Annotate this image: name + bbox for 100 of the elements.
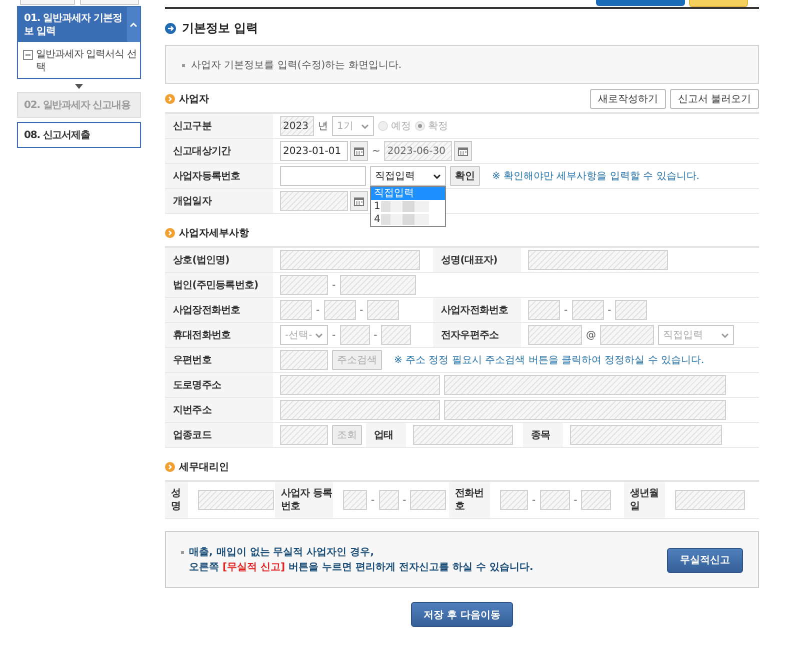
- separator-text: -: [332, 330, 336, 340]
- no-activity-report-button[interactable]: 무실적신고: [667, 548, 743, 572]
- field-label: 생년월일: [630, 487, 660, 513]
- field-label: 종목: [531, 428, 550, 442]
- chevron-circle-icon: [165, 462, 175, 472]
- sidebar-tab[interactable]: [20, 0, 75, 5]
- separator-text: -: [608, 304, 612, 316]
- calendar-icon: [458, 146, 468, 156]
- text-field[interactable]: [675, 490, 745, 510]
- field-label: 우편번호: [173, 354, 212, 366]
- calendar-icon: [354, 196, 364, 206]
- calendar-button[interactable]: [350, 191, 368, 211]
- text-field[interactable]: [540, 490, 570, 510]
- dropdown[interactable]: 직접입력: [370, 166, 446, 186]
- separator-text: -: [564, 304, 568, 316]
- separator-text: @: [586, 330, 596, 340]
- chevron-circle-icon: [165, 228, 175, 238]
- text-field[interactable]: [280, 275, 328, 295]
- separator-text: -: [574, 494, 578, 506]
- chevron-down-icon: [361, 124, 369, 128]
- separator-text: ~: [372, 146, 380, 156]
- separator-text: -: [532, 494, 536, 506]
- field-label: 업태: [374, 428, 394, 442]
- text-field[interactable]: [410, 490, 446, 510]
- action-button[interactable]: 확인: [450, 166, 480, 186]
- separator-text: -: [371, 494, 375, 506]
- text-field[interactable]: [444, 400, 726, 420]
- text-field[interactable]: [280, 300, 312, 320]
- text-field[interactable]: [340, 325, 370, 345]
- calendar-button[interactable]: [454, 141, 472, 161]
- separator-text: -: [402, 494, 406, 506]
- text-field[interactable]: [528, 300, 560, 320]
- text-field[interactable]: [600, 325, 654, 345]
- collapse-icon: [23, 50, 33, 60]
- text-field[interactable]: [381, 325, 412, 345]
- chevron-down-icon: [721, 332, 729, 338]
- text-field[interactable]: [280, 350, 328, 370]
- arrow-down-icon: [75, 84, 83, 89]
- text-field[interactable]: [581, 490, 612, 510]
- hint-text: ※ 주소 정정 필요시 주소검색 버튼을 클릭하여 정정하실 수 있습니다.: [394, 354, 704, 367]
- field-label: 사업자등록번호: [173, 170, 240, 182]
- text-field[interactable]: [444, 375, 726, 395]
- field-label: 전화번호: [455, 487, 485, 513]
- text-field[interactable]: [378, 490, 399, 510]
- separator-text: -: [316, 304, 320, 316]
- text-field[interactable]: [528, 250, 668, 270]
- field-label: 신고구분: [173, 120, 212, 132]
- text-field[interactable]: [528, 325, 582, 345]
- field-label: 성명: [171, 487, 182, 513]
- hint-text: ※ 확인해야만 세부사항을 입력할 수 있습니다.: [492, 170, 700, 183]
- chevron-circle-icon: [165, 94, 175, 104]
- text-field[interactable]: [324, 300, 356, 320]
- field-label: 신고대상기간: [173, 144, 231, 158]
- field-label: 지번주소: [173, 404, 212, 416]
- field-label: 업종코드: [173, 428, 212, 442]
- section-title: 사업자세부사항: [179, 227, 249, 240]
- text-field[interactable]: [570, 425, 722, 445]
- text-field[interactable]: 2023: [280, 116, 314, 136]
- arrow-circle-icon: [165, 23, 176, 34]
- text-field[interactable]: [198, 490, 274, 510]
- text-field[interactable]: [280, 400, 440, 420]
- calendar-button[interactable]: [350, 141, 368, 161]
- sidebar-step[interactable]: 08. 신고서제출: [17, 122, 141, 148]
- sidebar-tab[interactable]: [80, 0, 139, 5]
- field-label: 도로명주소: [173, 378, 222, 392]
- date-field[interactable]: 2023-06-30: [384, 141, 452, 161]
- field-label: 개업일자: [173, 194, 212, 208]
- text-field[interactable]: [280, 250, 420, 270]
- text-field[interactable]: [572, 300, 604, 320]
- radio-label: 예정: [391, 120, 411, 133]
- toolbar-button[interactable]: 새로작성하기: [590, 89, 666, 109]
- date-field[interactable]: 2023-01-01: [280, 141, 348, 161]
- text-field[interactable]: [500, 490, 528, 510]
- text-field[interactable]: [615, 300, 648, 320]
- text-field[interactable]: [280, 375, 440, 395]
- text-field[interactable]: [343, 490, 367, 510]
- info-text: 사업자 기본정보를 입력(수정)하는 화면입니다.: [191, 59, 402, 72]
- header-button[interactable]: [689, 0, 748, 7]
- field-label: 사업장전화번호: [173, 304, 240, 316]
- notice-text: 매출, 매입이 없는 무실적 사업자인 경우, 오른쪽 [무실적 신고] 버튼을 누르면 편리하게 전자신고를 하실 수 있습니다.: [181, 545, 534, 575]
- text-field[interactable]: [280, 425, 328, 445]
- toolbar-button[interactable]: 신고서 불러오기: [670, 89, 759, 109]
- header-button[interactable]: [596, 0, 685, 6]
- date-field[interactable]: [280, 191, 348, 211]
- page-title: 기본정보 입력: [182, 20, 258, 37]
- field-label: 상호(법인명): [173, 254, 230, 266]
- separator-text: -: [332, 280, 336, 290]
- chevron-down-icon: [433, 174, 441, 178]
- field-label: 사업자전화번호: [441, 304, 508, 316]
- dropdown-option[interactable]: 직접입력: [371, 187, 445, 200]
- radio-label: 확정: [428, 120, 448, 133]
- text-field[interactable]: [340, 275, 416, 295]
- field-label: 성명(대표자): [441, 254, 498, 266]
- text-field[interactable]: [280, 166, 366, 186]
- field-label: 휴대전화번호: [173, 328, 231, 342]
- text-field[interactable]: [413, 425, 513, 445]
- save-next-button[interactable]: 저장 후 다음이동: [410, 602, 514, 627]
- text-field[interactable]: [367, 300, 400, 320]
- sidebar-step[interactable]: 01. 일반과세자 기본정보 입력: [18, 7, 140, 42]
- section-title: 세무대리인: [179, 461, 229, 474]
